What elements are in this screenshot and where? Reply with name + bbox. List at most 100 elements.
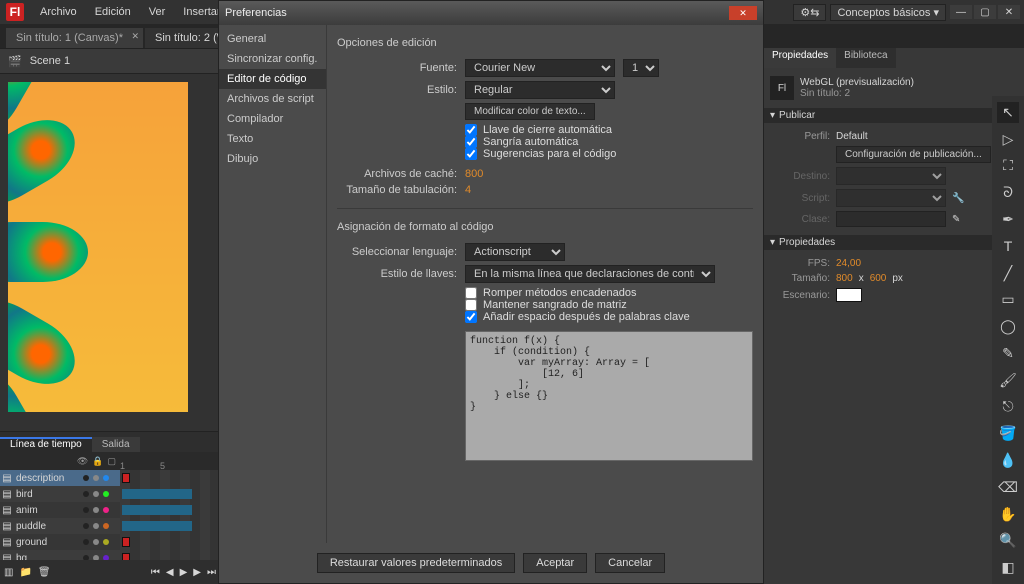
layer-row[interactable]: ▤bg [0,550,220,560]
dest-label: Destino: [770,171,830,182]
font-select[interactable]: Courier New [465,59,615,77]
font-label: Fuente: [337,62,457,74]
tab-properties[interactable]: Propiedades [764,48,836,68]
peacock-feather [8,286,87,398]
layer-row[interactable]: ▤description [0,470,220,486]
line-tool-icon[interactable]: ╱ [997,263,1019,284]
pencil-icon[interactable]: ✎ [952,214,960,225]
bone-tool-icon[interactable]: ⎋ [997,397,1019,418]
new-layer-icon[interactable]: ▥ [4,567,13,578]
language-select[interactable]: Actionscript [465,243,565,261]
script-label: Script: [770,193,830,204]
pencil-tool-icon[interactable]: ✎ [997,343,1019,364]
sync-icon[interactable]: ⚙⇆ [793,4,826,21]
stroke-color-icon[interactable]: ◧ [997,557,1019,578]
modify-text-color-button[interactable]: Modificar color de texto... [465,103,595,120]
dialog-title-label: Preferencias [225,7,287,19]
ok-button[interactable]: Aceptar [523,553,587,573]
layer-row[interactable]: ▤anim [0,502,220,518]
code-format-heading: Asignación de formato al código [337,221,753,233]
free-transform-tool-icon[interactable]: ⛶ [997,156,1019,177]
size-label: Tamaño: [770,273,830,284]
first-frame-icon[interactable]: ⏮ [151,567,160,578]
close-icon[interactable]: ✕ [131,31,139,42]
lock-icon[interactable]: 🔒 [92,456,103,467]
props-section-header[interactable]: ▾ Propiedades [764,235,1024,250]
close-button[interactable]: ✕ [998,5,1020,19]
lasso-tool-icon[interactable]: ᘐ [997,182,1019,203]
sidebar-item-sync[interactable]: Sincronizar config. [219,49,326,69]
brace-style-select[interactable]: En la misma línea que declaraciones de c… [465,265,715,283]
eyedropper-tool-icon[interactable]: 💧 [997,450,1019,471]
oval-tool-icon[interactable]: ◯ [997,316,1019,337]
sidebar-item-drawing[interactable]: Dibujo [219,149,326,169]
sidebar-item-general[interactable]: General [219,29,326,49]
workspace-switcher[interactable]: Conceptos básicos ▾ [830,4,946,21]
sidebar-item-script-files[interactable]: Archivos de script [219,89,326,109]
sidebar-item-code-editor[interactable]: Editor de código [219,69,326,89]
prev-frame-icon[interactable]: ◀ [166,567,174,578]
selection-tool-icon[interactable]: ↖ [997,102,1019,123]
play-icon[interactable]: ▶ [180,567,188,578]
publish-section-header[interactable]: ▾ Publicar [764,108,1024,123]
right-panel: Propiedades Biblioteca Fl WebGL (previsu… [764,48,1024,584]
subselection-tool-icon[interactable]: ▷ [997,129,1019,150]
outline-icon[interactable]: ▢ [107,456,116,467]
delete-layer-icon[interactable]: 🗑 [38,567,51,578]
sidebar-item-compiler[interactable]: Compilador [219,109,326,129]
menu-ver[interactable]: Ver [141,6,174,18]
break-chained-checkbox[interactable] [465,287,477,299]
stage-color-swatch[interactable] [836,288,862,302]
break-chained-label: Romper métodos encadenados [483,287,636,299]
scene-name[interactable]: Scene 1 [30,55,70,67]
dialog-close-button[interactable]: ✕ [729,6,757,20]
next-frame-icon[interactable]: ▶ [193,567,201,578]
clapper-icon[interactable]: 🎬 [8,55,22,68]
height-value[interactable]: 600 [870,273,887,284]
last-frame-icon[interactable]: ⏭ [207,567,216,578]
text-tool-icon[interactable]: T [997,236,1019,257]
pen-tool-icon[interactable]: ✒ [997,209,1019,230]
layer-row[interactable]: ▤puddle [0,518,220,534]
layer-row[interactable]: ▤ground [0,534,220,550]
style-label: Estilo: [337,84,457,96]
dialog-titlebar[interactable]: Preferencias ✕ [219,1,763,25]
tab-output[interactable]: Salida [92,437,140,452]
keep-array-indent-checkbox[interactable] [465,299,477,311]
brush-tool-icon[interactable]: 🖌 [997,370,1019,391]
menu-edicion[interactable]: Edición [87,6,139,18]
restore-defaults-button[interactable]: Restaurar valores predeterminados [317,553,515,573]
paint-bucket-tool-icon[interactable]: 🪣 [997,423,1019,444]
width-value[interactable]: 800 [836,273,853,284]
hand-tool-icon[interactable]: ✋ [997,504,1019,525]
tab-library[interactable]: Biblioteca [836,48,895,68]
layer-row[interactable]: ▤bird [0,486,220,502]
auto-close-brace-checkbox[interactable] [465,124,477,136]
code-hints-checkbox[interactable] [465,148,477,160]
eraser-tool-icon[interactable]: ⌫ [997,477,1019,498]
tab-timeline[interactable]: Línea de tiempo [0,437,92,452]
layers-list: ▤description ▤bird ▤anim ▤puddle ▤ground… [0,470,220,560]
menubar-right: ⚙⇆ Conceptos básicos ▾ — ▢ ✕ [793,0,1024,24]
cancel-button[interactable]: Cancelar [595,553,665,573]
fps-value[interactable]: 24,00 [836,258,861,269]
style-select[interactable]: Regular [465,81,615,99]
zoom-tool-icon[interactable]: 🔍 [997,531,1019,552]
sidebar-item-text[interactable]: Texto [219,129,326,149]
wrench-icon[interactable]: 🔧 [952,193,964,204]
publish-settings-button[interactable]: Configuración de publicación... [836,146,991,163]
document-tab-1[interactable]: Sin título: 1 (Canvas)*✕ [6,28,143,48]
cache-value[interactable]: 800 [465,168,483,180]
menu-archivo[interactable]: Archivo [32,6,85,18]
eye-icon[interactable]: 👁 [77,456,88,467]
auto-indent-checkbox[interactable] [465,136,477,148]
font-size-select[interactable]: 10 [623,59,659,77]
stage-area[interactable] [0,74,220,431]
space-after-keywords-checkbox[interactable] [465,311,477,323]
tab-size-value[interactable]: 4 [465,184,471,196]
rectangle-tool-icon[interactable]: ▭ [997,289,1019,310]
canvas-stage[interactable] [8,82,188,412]
new-folder-icon[interactable]: 📁 [19,567,31,578]
minimize-button[interactable]: — [950,5,972,19]
maximize-button[interactable]: ▢ [974,5,996,19]
